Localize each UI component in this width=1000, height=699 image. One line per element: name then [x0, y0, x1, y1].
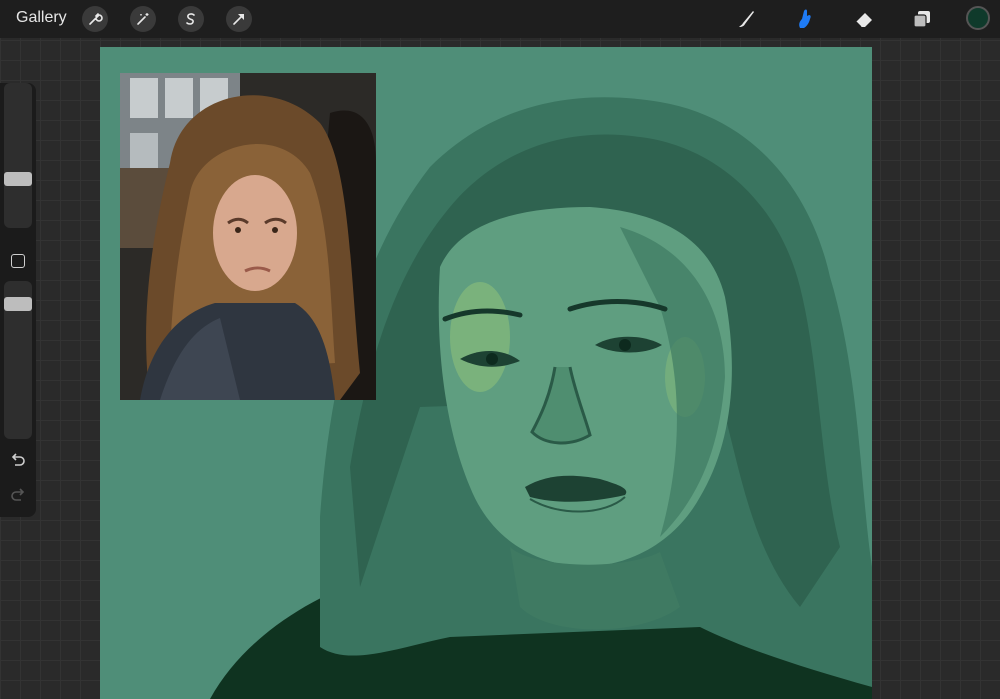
redo-icon[interactable]: [9, 486, 27, 504]
smudge-icon[interactable]: [790, 6, 818, 32]
reference-photo[interactable]: [120, 73, 376, 400]
drawing-canvas[interactable]: [100, 47, 872, 699]
gallery-button[interactable]: Gallery: [16, 9, 67, 27]
undo-icon[interactable]: [9, 451, 27, 469]
wrench-icon[interactable]: [82, 6, 108, 32]
layers-icon[interactable]: [908, 6, 936, 32]
left-sidebar: [0, 83, 36, 517]
color-picker-swatch[interactable]: [966, 6, 990, 30]
brush-size-handle[interactable]: [4, 172, 32, 186]
arrow-transform-icon[interactable]: [226, 6, 252, 32]
opacity-handle[interactable]: [4, 297, 32, 311]
brush-icon[interactable]: [732, 6, 760, 32]
reference-photo-image: [120, 73, 376, 400]
brush-size-slider[interactable]: [4, 83, 32, 228]
selection-s-icon[interactable]: [178, 6, 204, 32]
modify-square-button[interactable]: [11, 254, 25, 268]
magic-wand-icon[interactable]: [130, 6, 156, 32]
eraser-icon[interactable]: [850, 6, 878, 32]
top-toolbar: Gallery: [0, 0, 1000, 38]
